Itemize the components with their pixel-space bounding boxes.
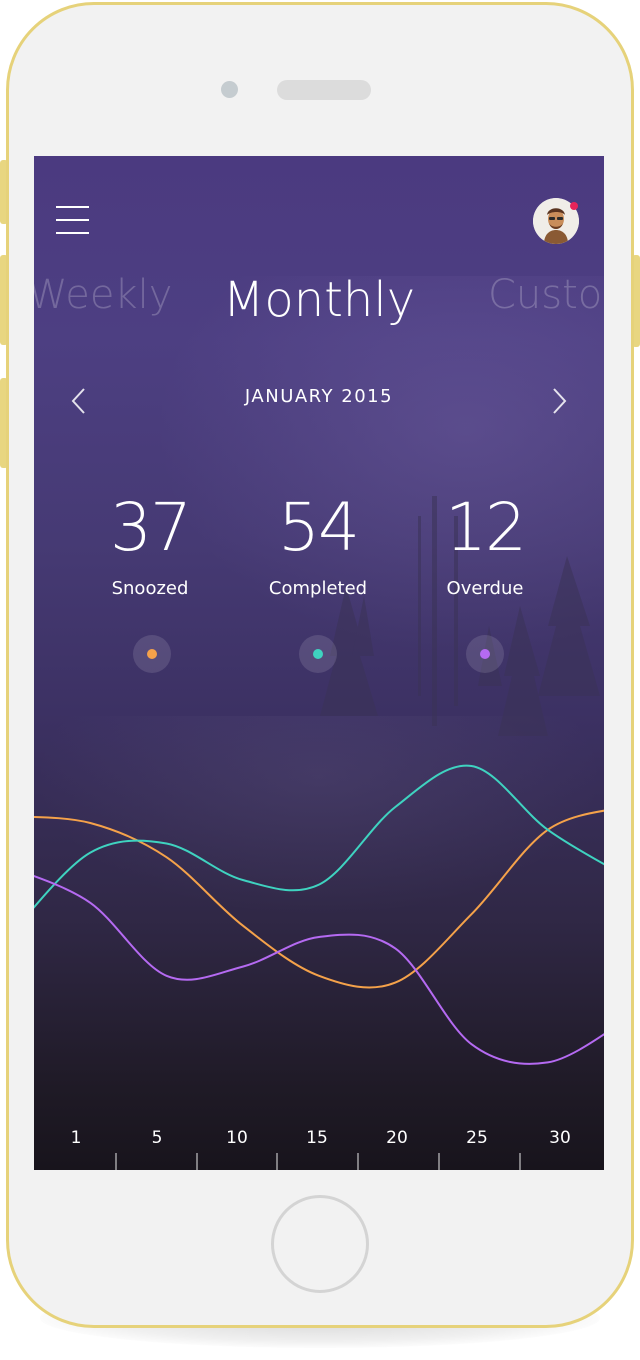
front-camera	[221, 81, 238, 98]
x-tick-label-20: 20	[386, 1128, 408, 1148]
x-tick-mark	[357, 1153, 359, 1170]
earpiece-speaker	[277, 80, 371, 100]
trend-line-chart	[34, 764, 604, 1065]
device-mockup: Weekly Monthly Custom JANUARY 2015 37 Sn…	[0, 0, 640, 1360]
series-line-snoozed	[34, 809, 604, 989]
x-tick-mark	[196, 1153, 198, 1170]
x-tick-mark	[115, 1153, 117, 1170]
x-tick-label-1: 1	[70, 1128, 82, 1148]
x-tick-mark	[519, 1153, 521, 1170]
x-tick-label-30: 30	[549, 1128, 571, 1148]
app-screen: Weekly Monthly Custom JANUARY 2015 37 Sn…	[34, 156, 604, 1170]
x-tick-label-25: 25	[466, 1128, 488, 1148]
x-tick-label-10: 10	[226, 1128, 248, 1148]
x-tick-label-5: 5	[151, 1128, 163, 1148]
x-tick-mark	[276, 1153, 278, 1170]
x-tick-label-15: 15	[306, 1128, 328, 1148]
home-button[interactable]	[271, 1195, 369, 1293]
x-tick-mark	[438, 1153, 440, 1170]
series-line-completed	[34, 764, 604, 909]
series-line-overdue	[34, 875, 604, 1065]
